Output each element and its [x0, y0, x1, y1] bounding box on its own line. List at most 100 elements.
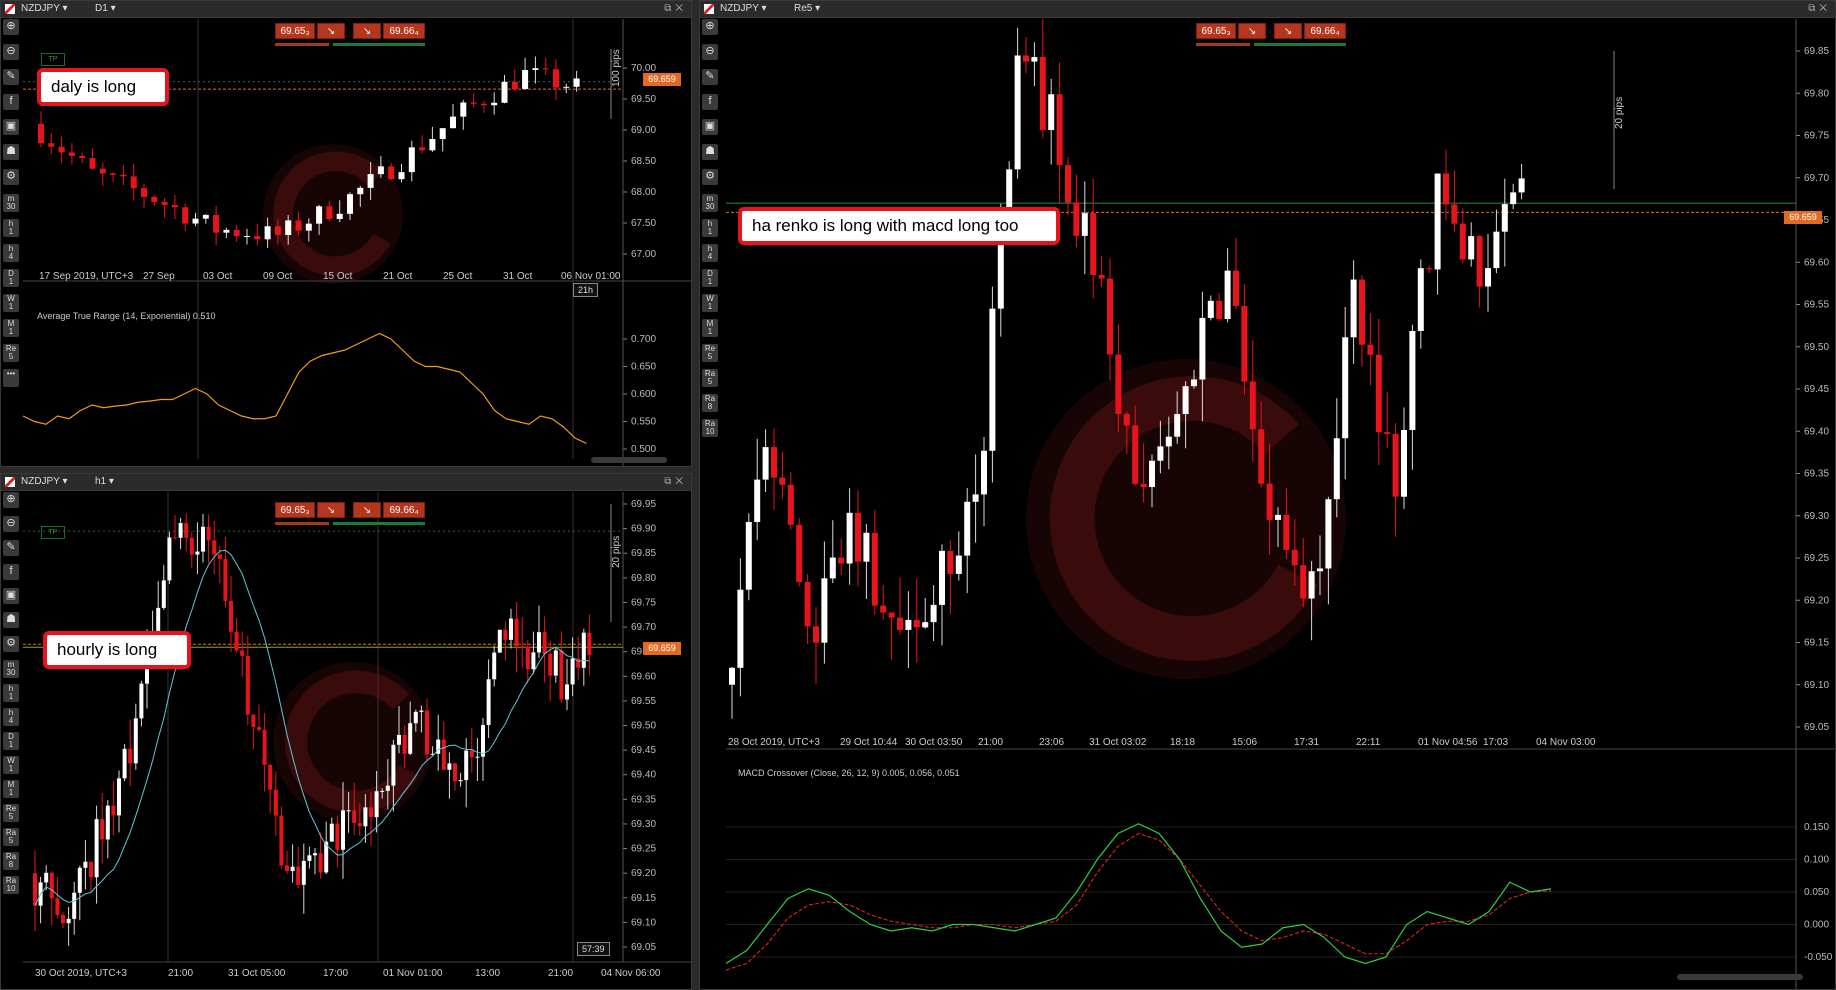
timeframe-h4-button[interactable]: h4: [3, 244, 19, 262]
timeframe-Ra8-button[interactable]: Ra 8: [3, 852, 19, 870]
user-icon[interactable]: ☗: [3, 144, 19, 160]
timeframe-D1-button[interactable]: D1: [3, 269, 19, 287]
window-controls[interactable]: ⧉✕: [664, 474, 687, 490]
time-tick-label: 25 Oct: [443, 271, 473, 282]
candle-body: [787, 484, 794, 525]
facebook-icon[interactable]: f: [3, 94, 19, 110]
window-controls[interactable]: ⧉✕: [664, 1, 687, 17]
timeframe-h1-button[interactable]: h1: [702, 219, 718, 237]
settings-icon[interactable]: ⚙: [3, 636, 19, 652]
timeframe-h1-button[interactable]: h1: [3, 219, 19, 237]
candle-body: [1443, 173, 1449, 205]
candle-body: [1048, 94, 1055, 131]
timeframe-h4-button[interactable]: h4: [3, 708, 19, 726]
candle-body: [779, 477, 786, 485]
symbol-selector[interactable]: NZDJPY ▾: [21, 474, 68, 490]
draw-icon[interactable]: ✎: [3, 540, 19, 556]
robot-icon[interactable]: ▣: [3, 588, 19, 604]
candle-body: [251, 714, 256, 728]
price-tick-label: 69.10: [631, 917, 656, 928]
candle-body: [295, 220, 302, 231]
timeframe-Ra5-button[interactable]: Ra 5: [3, 828, 19, 846]
timeframe-M1-button[interactable]: M1: [3, 319, 19, 337]
facebook-icon[interactable]: f: [3, 564, 19, 580]
candle-body: [497, 629, 502, 653]
sell-price-button[interactable]: 69.65₃: [275, 23, 315, 39]
take-profit-marker[interactable]: TP: [41, 526, 65, 539]
candle-body: [173, 537, 177, 539]
user-icon[interactable]: ☗: [3, 612, 19, 628]
buy-arrow-icon[interactable]: ↘: [353, 23, 381, 39]
candle-body: [1090, 213, 1097, 275]
timeframe-Ra10-button[interactable]: Ra 10: [702, 419, 718, 437]
timeframe-M1-button[interactable]: M1: [3, 780, 19, 798]
user-icon[interactable]: ☗: [702, 144, 718, 160]
candle-body: [464, 750, 469, 781]
zoom-out-icon[interactable]: ⊖: [3, 44, 19, 60]
take-profit-marker[interactable]: TP: [41, 53, 65, 66]
timeframe-m30-button[interactable]: m 30: [3, 660, 19, 678]
candle-body: [1409, 330, 1416, 430]
candle-body: [1459, 223, 1466, 260]
zoom-in-icon[interactable]: ⊕: [702, 19, 718, 35]
timeframe-selector[interactable]: h1 ▾: [95, 474, 114, 490]
buy-price-button[interactable]: 69.66₄: [383, 23, 425, 39]
symbol-selector[interactable]: NZDJPY ▾: [720, 1, 767, 17]
horizontal-scrollbar[interactable]: [1677, 974, 1803, 980]
settings-icon[interactable]: ⚙: [702, 169, 718, 185]
buy-arrow-icon[interactable]: ↘: [1274, 23, 1302, 39]
robot-icon[interactable]: ▣: [702, 119, 718, 135]
timeframe-Re5-button[interactable]: Re 5: [702, 344, 718, 362]
timeframe-W1-button[interactable]: W1: [702, 294, 718, 312]
candle-body: [105, 805, 110, 840]
hourly-chart-canvas[interactable]: 69.9569.9069.8569.8069.7569.7069.6569.60…: [23, 492, 691, 989]
zoom-out-icon[interactable]: ⊖: [702, 44, 718, 60]
candle-body: [195, 551, 200, 555]
timeframe-Ra10-button[interactable]: Ra 10: [3, 876, 19, 894]
candle-body: [408, 723, 413, 754]
timeframe-Re5-button[interactable]: Re 5: [3, 344, 19, 362]
timeframe-Ra5-button[interactable]: Ra 5: [702, 369, 718, 387]
candle-body: [1451, 204, 1458, 224]
settings-icon[interactable]: ⚙: [3, 169, 19, 185]
candle-body: [128, 748, 133, 764]
zoom-out-icon[interactable]: ⊖: [3, 516, 19, 532]
timeframe-h4-button[interactable]: h4: [702, 244, 718, 262]
timeframe-W1-button[interactable]: W1: [3, 294, 19, 312]
draw-icon[interactable]: ✎: [3, 69, 19, 85]
sell-arrow-icon[interactable]: ↘: [1238, 23, 1266, 39]
timeframe-D1-button[interactable]: D1: [3, 732, 19, 750]
symbol-selector[interactable]: NZDJPY ▾: [21, 1, 68, 17]
timeframe-m30-button[interactable]: m 30: [702, 194, 718, 212]
sell-arrow-icon[interactable]: ↘: [317, 23, 345, 39]
timeframe-D1-button[interactable]: D1: [702, 269, 718, 287]
timeframe--button[interactable]: •••: [3, 369, 19, 387]
zoom-in-icon[interactable]: ⊕: [3, 492, 19, 508]
timeframe-M1-button[interactable]: M1: [702, 319, 718, 337]
zoom-in-icon[interactable]: ⊕: [3, 19, 19, 35]
facebook-icon[interactable]: f: [702, 94, 718, 110]
macd-line: [725, 823, 1552, 965]
candle-body: [347, 194, 353, 214]
timeframe-W1-button[interactable]: W1: [3, 756, 19, 774]
macd-tick-label: 0.000: [1804, 920, 1829, 931]
timeframe-h1-button[interactable]: h1: [3, 684, 19, 702]
timeframe-selector[interactable]: Re5 ▾: [794, 1, 820, 17]
buy-price-button[interactable]: 69.66₄: [383, 502, 425, 518]
time-tick-label: 17:00: [323, 968, 348, 979]
buy-price-button[interactable]: 69.66₄: [1304, 23, 1346, 39]
horizontal-scrollbar[interactable]: [591, 457, 667, 463]
buy-arrow-icon[interactable]: ↘: [353, 502, 381, 518]
sell-price-button[interactable]: 69.65₃: [1196, 23, 1236, 39]
renko-chart-canvas[interactable]: 69.8569.8069.7569.7069.6569.6069.5569.50…: [725, 18, 1835, 989]
draw-icon[interactable]: ✎: [702, 69, 718, 85]
timeframe-m30-button[interactable]: m 30: [3, 194, 19, 212]
window-controls[interactable]: ⧉✕: [1808, 1, 1831, 17]
sell-price-button[interactable]: 69.65₃: [275, 502, 315, 518]
timeframe-Ra8-button[interactable]: Ra 8: [702, 394, 718, 412]
timeframe-Re5-button[interactable]: Re 5: [3, 804, 19, 822]
candle-body: [49, 872, 54, 899]
timeframe-selector[interactable]: D1 ▾: [95, 1, 116, 17]
sell-arrow-icon[interactable]: ↘: [317, 502, 345, 518]
robot-icon[interactable]: ▣: [3, 119, 19, 135]
